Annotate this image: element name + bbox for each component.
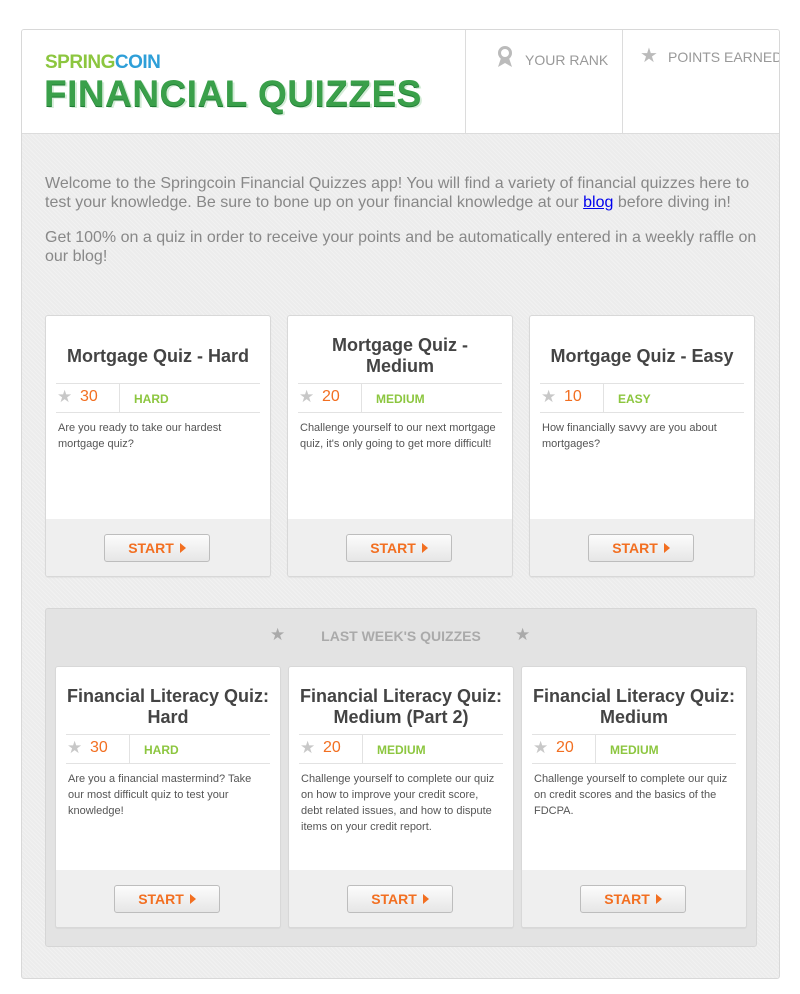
quiz-title: Financial Literacy Quiz: Medium <box>532 686 736 727</box>
blog-link[interactable]: blog <box>583 194 613 211</box>
card-footer: START <box>56 870 280 927</box>
quiz-level: MEDIUM <box>377 743 426 757</box>
your-rank-label: YOUR RANK <box>525 52 609 68</box>
quiz-card: Financial Literacy Quiz: Medium (Part 2)… <box>288 666 514 928</box>
start-label: START <box>604 891 650 907</box>
intro-paragraph-1: Welcome to the Springcoin Financial Quiz… <box>45 174 760 212</box>
divider <box>362 735 363 763</box>
start-label: START <box>370 540 416 556</box>
card-footer: START <box>46 519 270 576</box>
quiz-points: 30 <box>90 739 108 756</box>
card-footer: START <box>530 519 754 576</box>
quiz-meta: ★ 20 MEDIUM <box>532 734 736 764</box>
quiz-level: HARD <box>144 743 179 757</box>
intro-paragraph-2: Get 100% on a quiz in order to receive y… <box>45 229 757 265</box>
section-heading: LAST WEEK'S QUIZZES <box>321 628 481 644</box>
star-icon: ★ <box>299 387 315 406</box>
play-arrow-icon <box>189 894 196 904</box>
last-week-section: ★ LAST WEEK'S QUIZZES ★ Financial Litera… <box>45 608 757 947</box>
play-arrow-icon <box>663 543 670 553</box>
start-button[interactable]: START <box>588 534 694 562</box>
quiz-description: How financially savvy are you about mort… <box>542 422 717 450</box>
quiz-level: MEDIUM <box>610 743 659 757</box>
quiz-title: Financial Literacy Quiz: Hard <box>66 686 270 727</box>
logo-coin-text: COIN <box>114 52 161 73</box>
card-footer: START <box>522 870 746 927</box>
start-button[interactable]: START <box>580 885 686 913</box>
intro-text-after-link: before diving in! <box>613 194 731 211</box>
person-icon <box>496 46 514 74</box>
quiz-title: Mortgage Quiz - Medium <box>332 335 468 376</box>
quiz-meta: ★ 10 EASY <box>540 383 744 413</box>
quiz-title: Financial Literacy Quiz: Medium (Part 2) <box>299 686 503 727</box>
card-footer: START <box>289 870 513 927</box>
divider <box>119 384 120 412</box>
star-icon: ★ <box>67 738 83 757</box>
start-button[interactable]: START <box>347 885 453 913</box>
quiz-level: EASY <box>618 392 651 406</box>
star-icon: ★ <box>300 738 316 757</box>
divider <box>595 735 596 763</box>
quiz-card: Mortgage Quiz - Medium ★ 20 MEDIUM Chall… <box>287 315 513 577</box>
quiz-points: 20 <box>323 739 341 756</box>
quiz-level: MEDIUM <box>376 392 425 406</box>
star-icon: ★ <box>515 625 531 644</box>
quiz-description: Are you a financial mastermind? Take our… <box>68 773 252 817</box>
quiz-card: Financial Literacy Quiz: Hard ★ 30 HARD … <box>55 666 281 928</box>
intro-text: Welcome to the Springcoin Financial Quiz… <box>45 174 760 282</box>
play-arrow-icon <box>422 894 429 904</box>
points-earned-tab[interactable]: ★ POINTS EARNED <box>622 30 780 133</box>
start-label: START <box>128 540 174 556</box>
star-icon: ★ <box>57 387 73 406</box>
page-title: FINANCIAL QUIZZES <box>44 73 422 114</box>
quiz-points: 20 <box>322 388 340 405</box>
play-arrow-icon <box>179 543 186 553</box>
header: SPRINGCOIN FINANCIAL QUIZZES YOUR RANK ★… <box>22 30 779 134</box>
star-icon: ★ <box>640 45 658 67</box>
quiz-description: Challenge yourself to our next mortgage … <box>300 422 496 450</box>
card-footer: START <box>288 519 512 576</box>
quiz-level: HARD <box>134 392 169 406</box>
points-earned-label: POINTS EARNED <box>668 49 780 65</box>
start-button[interactable]: START <box>346 534 452 562</box>
your-rank-tab[interactable]: YOUR RANK <box>465 30 622 133</box>
quiz-points: 20 <box>556 739 574 756</box>
quiz-card: Mortgage Quiz - Easy ★ 10 EASY How finan… <box>529 315 755 577</box>
star-icon: ★ <box>541 387 557 406</box>
start-label: START <box>138 891 184 907</box>
quiz-card: Mortgage Quiz - Hard ★ 30 HARD Are you r… <box>45 315 271 577</box>
start-label: START <box>612 540 658 556</box>
quiz-card: Financial Literacy Quiz: Medium ★ 20 MED… <box>521 666 747 928</box>
star-icon: ★ <box>533 738 549 757</box>
divider <box>129 735 130 763</box>
play-arrow-icon <box>421 543 428 553</box>
start-button[interactable]: START <box>104 534 210 562</box>
quiz-points: 30 <box>80 388 98 405</box>
quiz-meta: ★ 20 MEDIUM <box>299 734 503 764</box>
play-arrow-icon <box>655 894 662 904</box>
divider <box>361 384 362 412</box>
quiz-title: Mortgage Quiz - Easy <box>550 345 734 366</box>
quiz-meta: ★ 30 HARD <box>56 383 260 413</box>
quiz-meta: ★ 30 HARD <box>66 734 270 764</box>
springcoin-logo: SPRINGCOIN <box>45 52 161 74</box>
quiz-description: Challenge yourself to complete our quiz … <box>534 773 728 817</box>
logo-spring-text: SPRING <box>45 52 115 73</box>
quiz-description: Are you ready to take our hardest mortga… <box>58 422 222 450</box>
start-label: START <box>371 891 417 907</box>
quiz-app: SPRINGCOIN FINANCIAL QUIZZES YOUR RANK ★… <box>21 29 780 979</box>
quiz-title: Mortgage Quiz - Hard <box>66 345 249 366</box>
start-button[interactable]: START <box>114 885 220 913</box>
quiz-description: Challenge yourself to complete our quiz … <box>301 773 495 833</box>
quiz-points: 10 <box>564 388 582 405</box>
divider <box>603 384 604 412</box>
quiz-meta: ★ 20 MEDIUM <box>298 383 502 413</box>
